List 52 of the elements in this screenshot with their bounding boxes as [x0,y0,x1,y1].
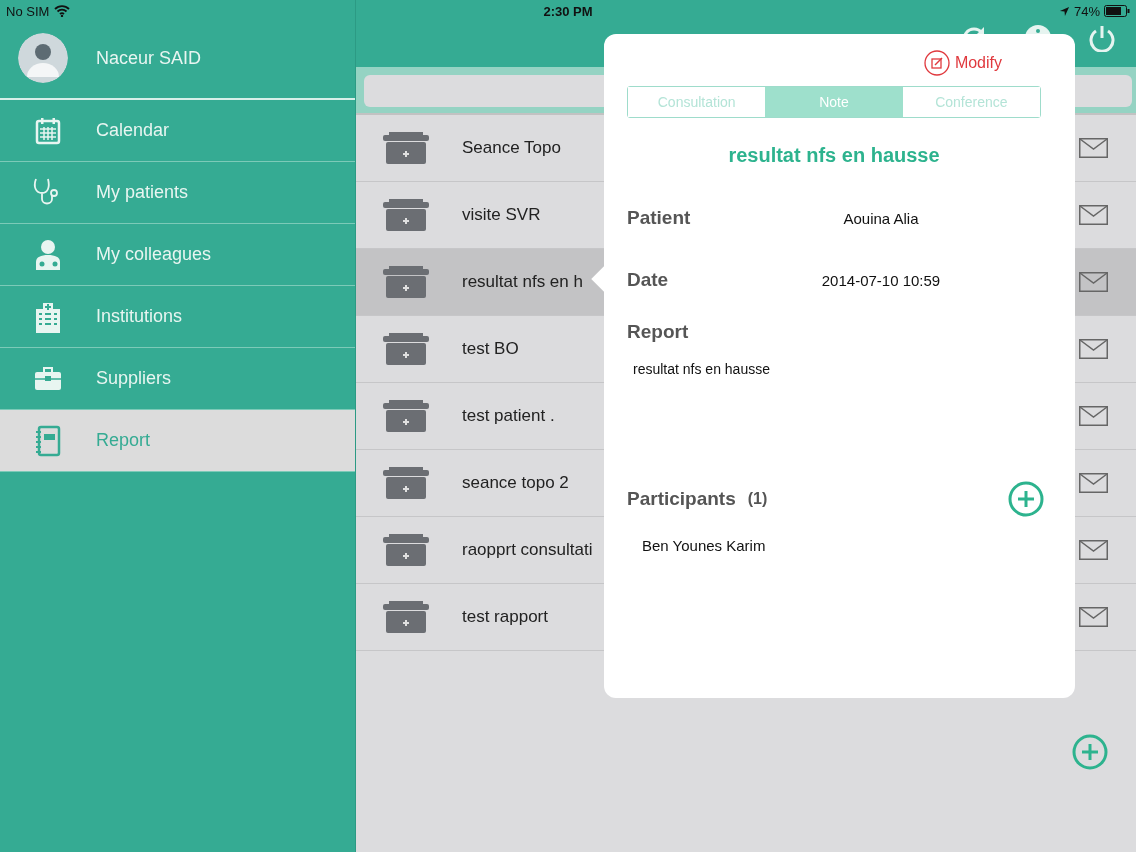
power-icon[interactable] [1088,23,1116,52]
row-title: test patient . [462,406,555,426]
profile-name: Naceur SAID [96,47,202,69]
row-title: visite SVR [462,205,541,225]
report-text: resultat nfs en hausse [633,361,770,377]
medical-case-icon [383,333,429,365]
medical-case-icon [383,400,429,432]
note-title: resultat nfs en hausse [727,144,941,167]
medical-case-icon [383,266,429,298]
edit-icon [923,50,950,76]
field-value: 2014-07-10 10:59 [820,271,942,289]
wifi-icon [54,5,71,17]
battery-icon [1104,5,1130,17]
tab[interactable]: Note [765,87,903,117]
medical-case-icon [383,601,429,633]
avatar [18,33,68,83]
medical-case-icon [383,534,429,566]
sidebar-item[interactable]: Calendar [0,100,355,162]
mail-icon[interactable] [1079,406,1108,426]
sidebar-item[interactable]: My colleagues [0,224,355,286]
row-title: Seance Topo [462,138,561,158]
row-title: test BO [462,339,519,359]
row-title: resultat nfs en h [462,272,583,292]
participant-count: (1) [747,490,768,508]
mail-icon[interactable] [1079,272,1108,292]
row-title: test rapport [462,607,548,627]
battery-text: 74% [1073,3,1100,19]
mail-icon[interactable] [1079,205,1108,225]
mail-icon[interactable] [1079,607,1108,627]
add-icon[interactable] [1008,481,1044,517]
row-title: raopprt consultati [462,540,593,560]
medical-case-icon [383,467,429,499]
sidebar-item[interactable]: My patients [0,162,355,224]
mail-icon[interactable] [1079,473,1108,493]
field-label: Report [627,321,689,342]
field-label: Patient [627,207,692,229]
medical-case-icon [383,132,429,164]
sidebar-item[interactable]: Institutions [0,286,355,348]
sidebar-item[interactable]: Report [0,410,355,472]
mail-icon[interactable] [1079,339,1108,359]
row-title: seance topo 2 [462,473,569,493]
medical-case-icon [383,199,429,231]
participant-name: Ben Younes Karim [642,537,766,554]
location-icon [1058,5,1070,17]
clock-text: 2:30 PM [543,3,593,19]
mail-icon[interactable] [1079,540,1108,560]
participants-label: Participants [627,488,736,510]
field-value: Aouina Alia [842,209,920,227]
mail-icon[interactable] [1079,138,1108,158]
carrier-text: No SIM [6,3,50,19]
modify-button[interactable]: Modify [923,50,1002,76]
field-label: Date [627,269,670,291]
